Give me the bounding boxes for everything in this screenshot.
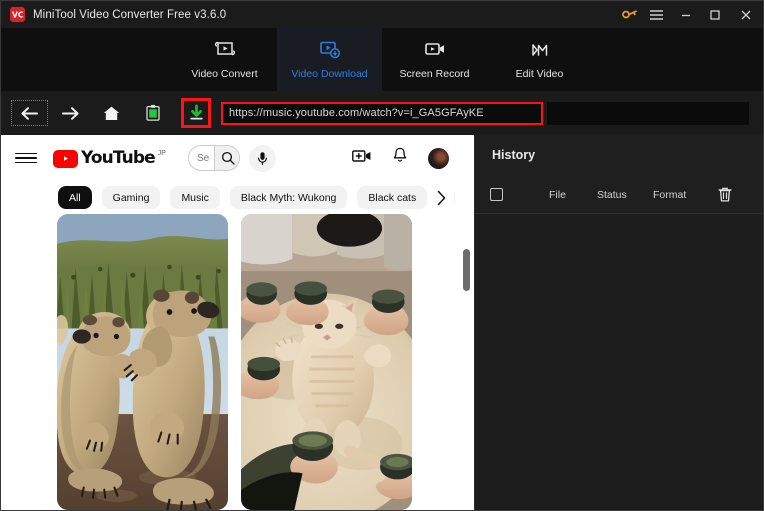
avatar[interactable] <box>428 147 449 169</box>
chip-gaming[interactable]: Gaming <box>101 186 161 209</box>
youtube-header: YouTube JP <box>1 135 474 181</box>
back-arrow-icon[interactable] <box>9 98 50 128</box>
video-thumbnail[interactable] <box>241 214 412 510</box>
url-text: https://music.youtube.com/watch?v=i_GA5G… <box>229 107 484 119</box>
tab-video-convert[interactable]: Video Convert <box>172 28 277 91</box>
screen-record-icon <box>423 39 447 61</box>
svg-text:VC: VC <box>12 10 24 19</box>
tab-label: Screen Record <box>399 68 470 80</box>
tab-screen-record[interactable]: Screen Record <box>382 28 487 91</box>
video-thumbnail-grid <box>1 214 474 510</box>
history-panel: History File Status Format <box>474 135 763 510</box>
url-bar-extension <box>547 101 749 125</box>
chevron-right-icon[interactable] <box>428 181 454 214</box>
maximize-button[interactable] <box>700 1 729 28</box>
youtube-wordmark: YouTube <box>81 147 156 168</box>
history-list-empty <box>475 214 763 510</box>
clipboard-icon[interactable] <box>132 98 173 128</box>
search-box[interactable] <box>187 145 240 171</box>
search-icon[interactable] <box>213 146 239 170</box>
column-header-status: Status <box>597 188 627 201</box>
tab-edit-video[interactable]: Edit Video <box>487 28 592 91</box>
app-logo-icon: VC <box>10 7 25 22</box>
youtube-logo[interactable]: YouTube JP <box>53 147 166 168</box>
embedded-browser: YouTube JP Se All Gaming Music Black Myt… <box>1 135 474 510</box>
search-input[interactable] <box>188 152 214 164</box>
hamburger-menu-icon[interactable] <box>642 1 671 28</box>
close-button[interactable] <box>729 1 763 28</box>
column-header-format: Format <box>653 188 687 201</box>
tab-label: Video Download <box>291 68 368 80</box>
scrollbar-thumb[interactable] <box>463 249 470 291</box>
download-button[interactable] <box>181 98 211 128</box>
tab-label: Edit Video <box>515 68 564 80</box>
edit-video-icon <box>528 39 552 61</box>
main-nav-tabs: Video Convert Video Download Screen Reco… <box>1 28 763 91</box>
video-convert-icon <box>214 39 236 61</box>
microphone-icon[interactable] <box>248 144 276 172</box>
youtube-play-icon <box>53 149 78 168</box>
key-icon[interactable] <box>616 1 642 28</box>
history-table-header: File Status Format <box>475 176 763 214</box>
title-bar: VC MiniTool Video Converter Free v3.6.0 <box>1 1 763 28</box>
bell-icon[interactable] <box>392 147 408 169</box>
trash-icon[interactable] <box>717 186 733 203</box>
youtube-country-code: JP <box>157 149 166 157</box>
create-video-icon[interactable] <box>352 149 372 168</box>
tab-label: Video Convert <box>191 68 258 80</box>
chip-black-cats[interactable]: Black cats <box>357 186 428 209</box>
video-download-icon <box>318 39 342 61</box>
forward-arrow-icon[interactable] <box>50 98 91 128</box>
column-header-file: File <box>549 188 566 201</box>
home-icon[interactable] <box>91 98 132 128</box>
app-window: VC MiniTool Video Converter Free v3.6.0 <box>0 0 764 511</box>
content-area: YouTube JP Se All Gaming Music Black Myt… <box>1 135 763 510</box>
select-all-checkbox[interactable] <box>490 188 503 201</box>
youtube-search-area <box>187 144 276 172</box>
youtube-header-actions <box>352 147 462 169</box>
tab-video-download[interactable]: Video Download <box>277 28 382 91</box>
browser-toolbar: https://music.youtube.com/watch?v=i_GA5G… <box>1 91 763 135</box>
history-title: History <box>492 148 536 162</box>
browser-scrollbar[interactable] <box>463 214 470 510</box>
window-title: MiniTool Video Converter Free v3.6.0 <box>33 8 227 21</box>
filter-chips: All Gaming Music Black Myth: Wukong Blac… <box>1 181 474 214</box>
url-input[interactable]: https://music.youtube.com/watch?v=i_GA5G… <box>221 101 543 125</box>
chip-music[interactable]: Music <box>170 186 220 209</box>
minimize-button[interactable] <box>671 1 700 28</box>
hamburger-menu-icon[interactable] <box>15 152 37 164</box>
video-thumbnail[interactable] <box>57 214 228 510</box>
chip-black-myth-wukong[interactable]: Black Myth: Wukong <box>229 186 348 209</box>
chip-all[interactable]: All <box>58 186 92 209</box>
